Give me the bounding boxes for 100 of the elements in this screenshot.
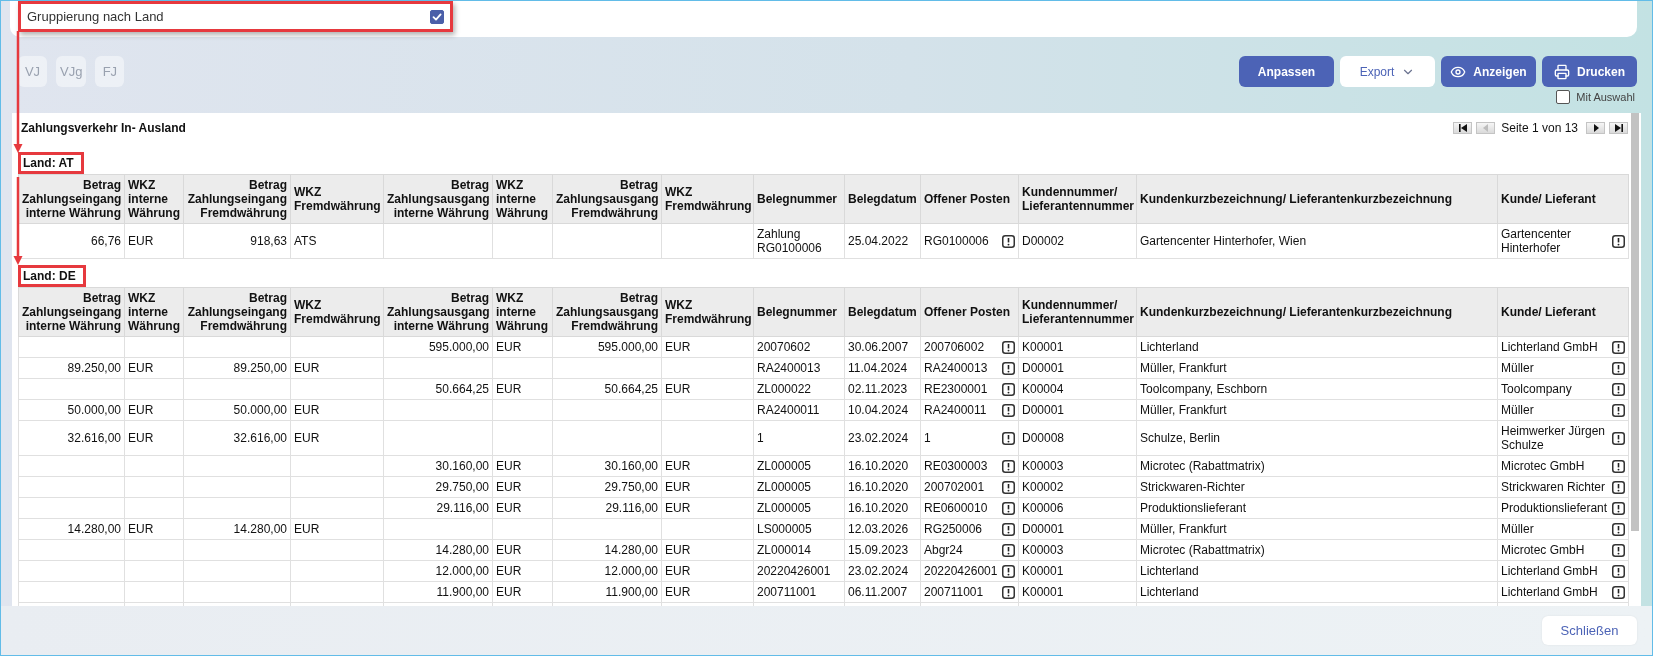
report-title: Zahlungsverkehr In- Ausland (20, 121, 186, 135)
table-cell: EUR (290, 420, 384, 456)
exclamation-icon[interactable] (1612, 459, 1625, 473)
table-cell: Toolcompany, Eschborn (1136, 378, 1498, 400)
exclamation-icon[interactable] (1612, 340, 1625, 354)
exclamation-icon[interactable] (1002, 234, 1015, 248)
exclamation-icon[interactable] (1612, 564, 1625, 578)
table-cell: 200702001 (924, 480, 985, 494)
column-header: Offener Posten (920, 174, 1019, 224)
table-cell: EUR (661, 378, 754, 400)
table-cell: Zahlung RG0100006 (753, 223, 845, 259)
table-cell: 12.000,00 (383, 560, 493, 582)
table-cell: LS000005 (753, 518, 845, 540)
column-header: Betrag Zahlungsausgang interne Währung (383, 174, 493, 224)
table-cell: 29.116,00 (552, 497, 662, 519)
exclamation-icon[interactable] (1002, 459, 1015, 473)
table-cell: 595.000,00 (383, 336, 493, 358)
exclamation-icon[interactable] (1612, 431, 1625, 445)
table-cell: RA2400013 (753, 357, 845, 379)
table-cell: EUR (492, 336, 553, 358)
table-cell: Müller (1501, 403, 1534, 417)
table-cell: Microtec GmbH (1501, 459, 1585, 473)
option-label: Gruppierung nach Land (27, 9, 164, 24)
table-cell: Müller (1501, 522, 1534, 536)
exclamation-icon[interactable] (1002, 585, 1015, 599)
table-cell: Lichterland GmbH (1501, 564, 1598, 578)
table-cell: ZL000005 (753, 497, 845, 519)
column-header: Betrag Zahlungsausgang Fremdwährung (552, 287, 662, 337)
table-cell: Lichterland (1136, 336, 1498, 358)
column-header: Belegnummer (753, 287, 845, 337)
exclamation-icon[interactable] (1002, 361, 1015, 375)
table-cell: 16.10.2020 (844, 455, 921, 477)
column-header: WKZ interne Währung (124, 174, 184, 224)
table-cell: 50.664,25 (383, 378, 493, 400)
table-cell: EUR (290, 357, 384, 379)
close-button[interactable]: Schließen (1542, 616, 1637, 645)
table-cell: 12.03.2026 (844, 518, 921, 540)
table-cell: Microtec (Rabattmatrix) (1136, 539, 1498, 561)
exclamation-icon[interactable] (1612, 361, 1625, 375)
table-cell: 14.280,00 (18, 518, 125, 540)
column-header: Betrag Zahlungsausgang interne Währung (383, 287, 493, 337)
exclamation-icon[interactable] (1002, 543, 1015, 557)
print-button[interactable]: Drucken (1542, 56, 1637, 87)
exclamation-icon[interactable] (1612, 501, 1625, 515)
table-cell: 918,63 (183, 223, 291, 259)
table-cell: ZL000005 (753, 476, 845, 498)
table-cell: EUR (661, 455, 754, 477)
table-cell: 32.616,00 (183, 420, 291, 456)
table-cell: EUR (661, 497, 754, 519)
table-cell: EUR (124, 399, 184, 421)
printer-icon (1554, 63, 1570, 80)
table-cell: Lichterland GmbH (1501, 585, 1598, 599)
column-header: WKZ interne Währung (492, 174, 553, 224)
exclamation-icon[interactable] (1612, 543, 1625, 557)
table-cell: K00004 (1018, 378, 1137, 400)
first-page-button[interactable] (1453, 122, 1473, 134)
table-cell: K00001 (1018, 560, 1137, 582)
exclamation-icon[interactable] (1002, 431, 1015, 445)
exclamation-icon[interactable] (1002, 501, 1015, 515)
exclamation-icon[interactable] (1002, 340, 1015, 354)
table-cell: 30.160,00 (383, 455, 493, 477)
checkbox-label: Mit Auswahl (1576, 91, 1635, 103)
exclamation-icon[interactable] (1002, 403, 1015, 417)
table-cell: 10.04.2024 (844, 399, 921, 421)
exclamation-icon[interactable] (1612, 522, 1625, 536)
table-cell: RG0100006 (924, 234, 989, 248)
last-page-button[interactable] (1609, 122, 1628, 134)
exclamation-icon[interactable] (1612, 234, 1625, 248)
column-header: WKZ interne Währung (124, 287, 184, 337)
table-cell: EUR (661, 560, 754, 582)
exclamation-icon[interactable] (1002, 480, 1015, 494)
table-cell: RA2400013 (924, 361, 988, 375)
exclamation-icon[interactable] (1612, 585, 1625, 599)
next-page-button[interactable] (1586, 122, 1605, 134)
scrollbar-thumb[interactable] (1631, 113, 1639, 531)
exclamation-icon[interactable] (1612, 403, 1625, 417)
table-cell: Abgr24 (924, 543, 963, 557)
table-cell: 89.250,00 (18, 357, 125, 379)
table-cell: 200711001 (753, 581, 845, 603)
exclamation-icon[interactable] (1612, 480, 1625, 494)
table-cell: 30.160,00 (552, 455, 662, 477)
table-cell: Produktionslieferant (1501, 501, 1608, 515)
table-cell: 32.616,00 (18, 420, 125, 456)
view-button[interactable]: Anzeigen (1441, 56, 1536, 87)
exclamation-icon[interactable] (1612, 382, 1625, 396)
exclamation-icon[interactable] (1002, 564, 1015, 578)
table-cell: EUR (661, 476, 754, 498)
column-header: WKZ Fremdwährung (661, 287, 754, 337)
action-button[interactable]: Anpassen (1239, 56, 1334, 87)
grouping-checkbox[interactable] (430, 9, 444, 24)
table-cell: 11.900,00 (383, 581, 493, 603)
table-cell: ZL000022 (753, 378, 845, 400)
exclamation-icon[interactable] (1002, 522, 1015, 536)
exclamation-icon[interactable] (1002, 382, 1015, 396)
selection-checkbox[interactable] (1556, 90, 1571, 104)
table-cell: 20070602 (753, 336, 845, 358)
table-cell: K00006 (1018, 497, 1137, 519)
table-cell: 29.116,00 (383, 497, 493, 519)
table-cell: 16.10.2020 (844, 497, 921, 519)
dropdown-button[interactable]: Export (1340, 56, 1435, 87)
